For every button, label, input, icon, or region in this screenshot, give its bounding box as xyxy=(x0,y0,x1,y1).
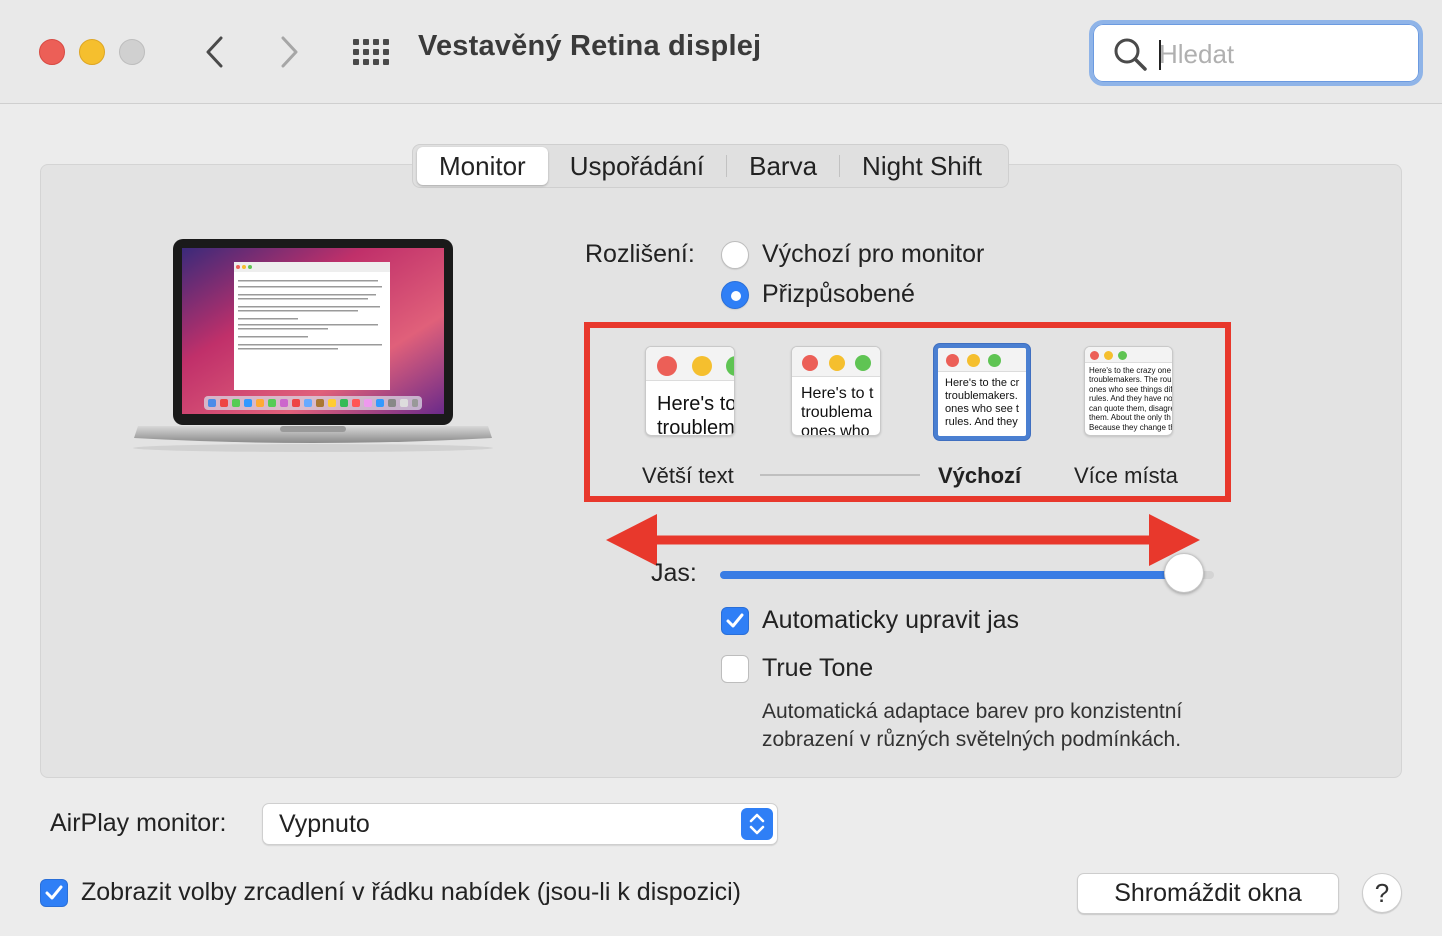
title-bar: Vestavěný Retina displej xyxy=(0,0,1442,104)
true-tone-description-line: zobrazení v různých světelných podmínkác… xyxy=(762,728,1182,751)
chevron-left-icon xyxy=(206,36,223,68)
true-tone-label: True Tone xyxy=(762,654,874,682)
scale-sample-text: Here's to t troublema ones who xyxy=(801,385,874,436)
true-tone-description-line: Automatická adaptace barev pro konzisten… xyxy=(762,700,1183,723)
scale-label-larger-text: Větší text xyxy=(642,463,734,488)
scale-option-default[interactable]: Here's to the cr troublemakers. ones who… xyxy=(934,344,1030,440)
airplay-display-popup[interactable]: Vypnuto xyxy=(262,803,778,845)
checkmark-icon xyxy=(726,613,744,628)
scale-sample-text: Here's to the crazy one troublemakers. T… xyxy=(1089,366,1173,432)
radio-scaled-label: Přizpůsobené xyxy=(762,280,915,308)
scale-option-more-space[interactable]: Here's to the crazy one troublemakers. T… xyxy=(1084,346,1173,436)
back-button[interactable] xyxy=(198,34,232,70)
search-input[interactable] xyxy=(1159,36,1399,72)
gather-windows-button[interactable]: Shromáždit okna xyxy=(1077,873,1339,914)
mirroring-menu-label: Zobrazit volby zrcadlení v řádku nabídek… xyxy=(81,878,741,906)
brightness-label: Jas: xyxy=(651,559,697,587)
tab-arrangement[interactable]: Uspořádání xyxy=(548,147,726,185)
tab-bar: Monitor Uspořádání Barva Night Shift xyxy=(412,144,1009,188)
brightness-slider-fill xyxy=(720,571,1184,579)
auto-brightness-checkbox[interactable] xyxy=(721,607,749,635)
radio-default-label: Výchozí pro monitor xyxy=(762,240,985,268)
airplay-selected-value: Vypnuto xyxy=(279,810,370,838)
auto-brightness-label: Automaticky upravit jas xyxy=(762,606,1020,634)
help-button[interactable]: ? xyxy=(1362,873,1402,913)
tab-night-shift[interactable]: Night Shift xyxy=(840,147,1004,185)
true-tone-description: Automatická adaptace barev pro konzisten… xyxy=(762,698,1282,754)
search-icon xyxy=(1114,38,1147,71)
scale-label-default: Výchozí xyxy=(938,463,1022,488)
true-tone-checkbox[interactable] xyxy=(721,655,749,683)
checkmark-icon xyxy=(45,885,63,900)
scale-option-2[interactable]: Here's to t troublema ones who xyxy=(791,346,881,436)
radio-scaled[interactable] xyxy=(721,281,749,309)
scale-sample-text: Here's to troublem xyxy=(657,393,735,436)
tab-monitor[interactable]: Monitor xyxy=(417,147,548,185)
scale-divider-line xyxy=(760,474,920,476)
scale-label-more-space: Více místa xyxy=(1074,463,1178,488)
scale-option-larger-text[interactable]: Here's to troublem xyxy=(645,346,735,436)
show-all-grid-button[interactable] xyxy=(350,36,390,68)
minimize-window-button[interactable] xyxy=(79,39,105,65)
chevron-right-icon xyxy=(281,36,298,68)
airplay-label: AirPlay monitor: xyxy=(50,809,227,837)
mirroring-menu-checkbox[interactable] xyxy=(40,879,68,907)
search-field[interactable] xyxy=(1089,20,1423,86)
window-title: Vestavěný Retina displej xyxy=(418,30,762,62)
macbook-display-image xyxy=(133,239,493,452)
close-window-button[interactable] xyxy=(39,39,65,65)
brightness-slider-knob[interactable] xyxy=(1164,553,1204,593)
tab-color[interactable]: Barva xyxy=(727,147,839,185)
popup-stepper-icon xyxy=(741,808,773,840)
zoom-window-button[interactable] xyxy=(119,39,145,65)
forward-button[interactable] xyxy=(272,34,306,70)
resolution-label: Rozlišení: xyxy=(585,240,695,268)
radio-default-for-display[interactable] xyxy=(721,241,749,269)
brightness-slider[interactable] xyxy=(720,553,1214,593)
scale-sample-text: Here's to the cr troublemakers. ones who… xyxy=(945,377,1020,428)
